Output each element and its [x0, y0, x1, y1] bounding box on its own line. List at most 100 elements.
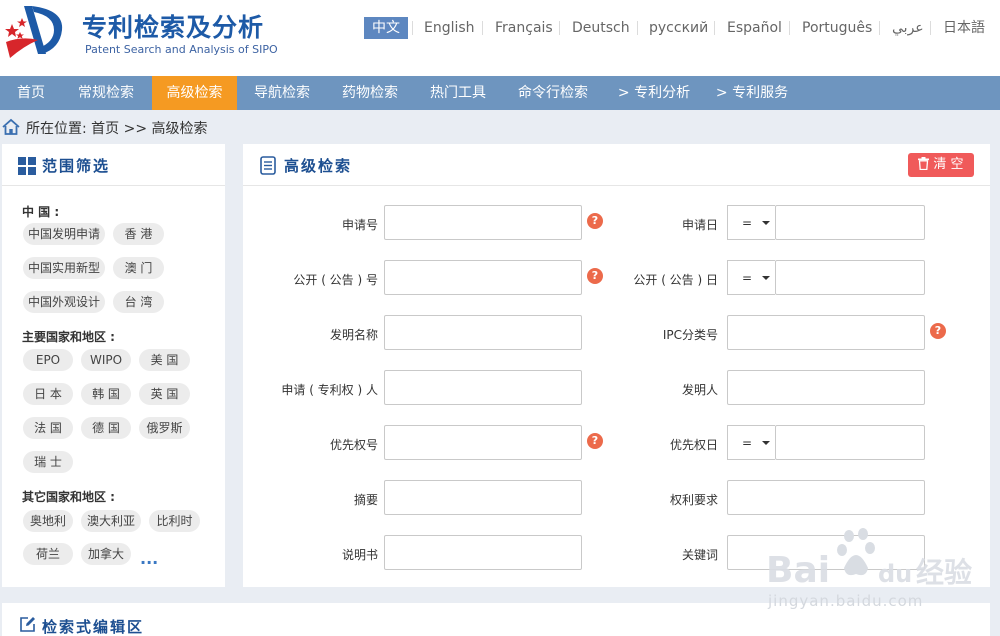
tag-epo[interactable]: EPO	[23, 349, 73, 371]
site-title: 专利检索及分析	[82, 13, 265, 42]
tag-wipo[interactable]: WIPO	[81, 349, 131, 371]
priority-date-operator-select[interactable]: =	[727, 425, 775, 460]
label-claims: 权利要求	[669, 493, 718, 507]
application-date-operator-select[interactable]: =	[727, 205, 775, 240]
label-application-date: 申请日	[681, 218, 718, 232]
query-editor-title: 检索式编辑区	[42, 618, 145, 636]
label-invention-title: 发明名称	[329, 328, 378, 342]
svg-text:du: du	[878, 560, 912, 588]
advanced-search-panel: 高级检索 清 空 申请号 ? 申请日 = 公开 ( 公告 ) 号 ? 公开 ( …	[243, 144, 990, 587]
nav-command-search[interactable]: 命令行检索	[509, 76, 597, 110]
lang-divider	[714, 21, 715, 35]
label-priority-number: 优先权号	[329, 438, 378, 452]
nav-popular-tools[interactable]: 热门工具	[419, 76, 497, 110]
tag-netherlands[interactable]: 荷兰	[23, 543, 73, 565]
label-ipc-class: IPC分类号	[662, 328, 718, 342]
priority-date-input[interactable]	[775, 425, 925, 460]
tag-japan[interactable]: 日 本	[23, 383, 73, 405]
lang-english[interactable]: English	[424, 17, 475, 39]
description-input[interactable]	[384, 535, 582, 570]
group-label-other: 其它国家和地区 :	[22, 490, 115, 504]
tag-australia[interactable]: 澳大利亚	[81, 510, 141, 532]
lang-french[interactable]: Français	[495, 17, 553, 39]
tag-korea[interactable]: 韩 国	[81, 383, 131, 405]
tag-uk[interactable]: 英 国	[139, 383, 190, 405]
site-subtitle: Patent Search and Analysis of SIPO	[85, 43, 278, 56]
search-panel-title: 高级检索	[284, 157, 353, 175]
label-applicant: 申请 ( 专利权 ) 人	[281, 383, 378, 397]
more-regions-link[interactable]: ...	[140, 549, 158, 568]
applicant-input[interactable]	[384, 370, 582, 405]
lang-divider	[789, 21, 790, 35]
tag-france[interactable]: 法 国	[23, 417, 73, 439]
watermark-url: jingyan.baidu.com	[768, 592, 924, 610]
lang-german[interactable]: Deutsch	[572, 17, 630, 39]
nav-patent-services[interactable]: > 专利服务	[710, 76, 794, 110]
inventor-input[interactable]	[727, 370, 925, 405]
application-number-input[interactable]	[384, 205, 582, 240]
lang-portuguese[interactable]: Português	[802, 17, 872, 39]
tag-belgium[interactable]: 比利时	[149, 510, 200, 532]
tag-russia[interactable]: 俄罗斯	[139, 417, 190, 439]
scope-filter-panel: 范围筛选 中 国 : 中国发明申请 香 港 中国实用新型 澳 门 中国外观设计 …	[2, 144, 225, 587]
caret-down-icon	[762, 276, 770, 280]
claims-input[interactable]	[727, 480, 925, 515]
nav-patent-analysis[interactable]: > 专利分析	[612, 76, 696, 110]
tag-cn-design[interactable]: 中国外观设计	[23, 291, 105, 313]
invention-title-input[interactable]	[384, 315, 582, 350]
trash-icon	[918, 157, 930, 170]
nav-general-search[interactable]: 常规检索	[66, 76, 146, 110]
lang-divider	[930, 21, 931, 35]
nav-drug-search[interactable]: 药物检索	[331, 76, 409, 110]
tag-cn-utility[interactable]: 中国实用新型	[23, 257, 105, 279]
svg-text:Bai: Bai	[766, 550, 830, 591]
nav-advanced-search[interactable]: 高级检索	[152, 76, 237, 110]
lang-arabic[interactable]: عربي	[892, 17, 924, 39]
lang-divider	[559, 21, 560, 35]
home-icon[interactable]	[2, 118, 20, 136]
label-keywords: 关键词	[681, 548, 718, 562]
nav-navigation-search[interactable]: 导航检索	[243, 76, 321, 110]
tag-usa[interactable]: 美 国	[139, 349, 190, 371]
lang-divider	[482, 21, 483, 35]
lang-divider	[412, 21, 413, 35]
caret-down-icon	[762, 441, 770, 445]
tag-germany[interactable]: 德 国	[81, 417, 131, 439]
tag-cn-invention[interactable]: 中国发明申请	[23, 223, 105, 245]
sipo-logo-icon[interactable]	[2, 2, 72, 60]
language-switcher: 中文 English Français Deutsch русский Espa…	[364, 17, 1000, 41]
clear-button[interactable]: 清 空	[908, 153, 974, 177]
lang-japanese[interactable]: 日本語	[943, 17, 985, 39]
lang-spanish[interactable]: Español	[727, 17, 782, 39]
application-date-input[interactable]	[775, 205, 925, 240]
svg-text:经验: 经验	[916, 556, 972, 589]
scope-panel-header: 范围筛选	[2, 144, 225, 186]
tag-macau[interactable]: 澳 门	[113, 257, 164, 279]
label-abstract: 摘要	[353, 493, 378, 507]
publication-date-input[interactable]	[775, 260, 925, 295]
scope-panel-title: 范围筛选	[42, 157, 111, 175]
ipc-class-input[interactable]	[727, 315, 925, 350]
abstract-input[interactable]	[384, 480, 582, 515]
operator-value: =	[742, 271, 753, 285]
nav-home[interactable]: 首页	[8, 76, 54, 110]
label-priority-date: 优先权日	[669, 438, 718, 452]
publication-number-input[interactable]	[384, 260, 582, 295]
lang-russian[interactable]: русский	[649, 17, 708, 39]
lang-divider	[879, 21, 880, 35]
label-inventor: 发明人	[681, 383, 718, 397]
operator-value: =	[742, 436, 753, 450]
tag-hongkong[interactable]: 香 港	[113, 223, 164, 245]
lang-chinese[interactable]: 中文	[364, 17, 408, 39]
publication-date-operator-select[interactable]: =	[727, 260, 775, 295]
operator-value: =	[742, 216, 753, 230]
search-panel-header: 高级检索 清 空	[243, 144, 990, 186]
priority-number-input[interactable]	[384, 425, 582, 460]
help-icon[interactable]: ?	[930, 323, 946, 339]
tag-taiwan[interactable]: 台 湾	[113, 291, 164, 313]
tag-austria[interactable]: 奥地利	[23, 510, 73, 532]
label-publication-date: 公开 ( 公告 ) 日	[633, 273, 718, 287]
tag-switzerland[interactable]: 瑞 士	[23, 451, 73, 473]
label-description: 说明书	[341, 548, 378, 562]
tag-canada[interactable]: 加拿大	[81, 543, 131, 565]
